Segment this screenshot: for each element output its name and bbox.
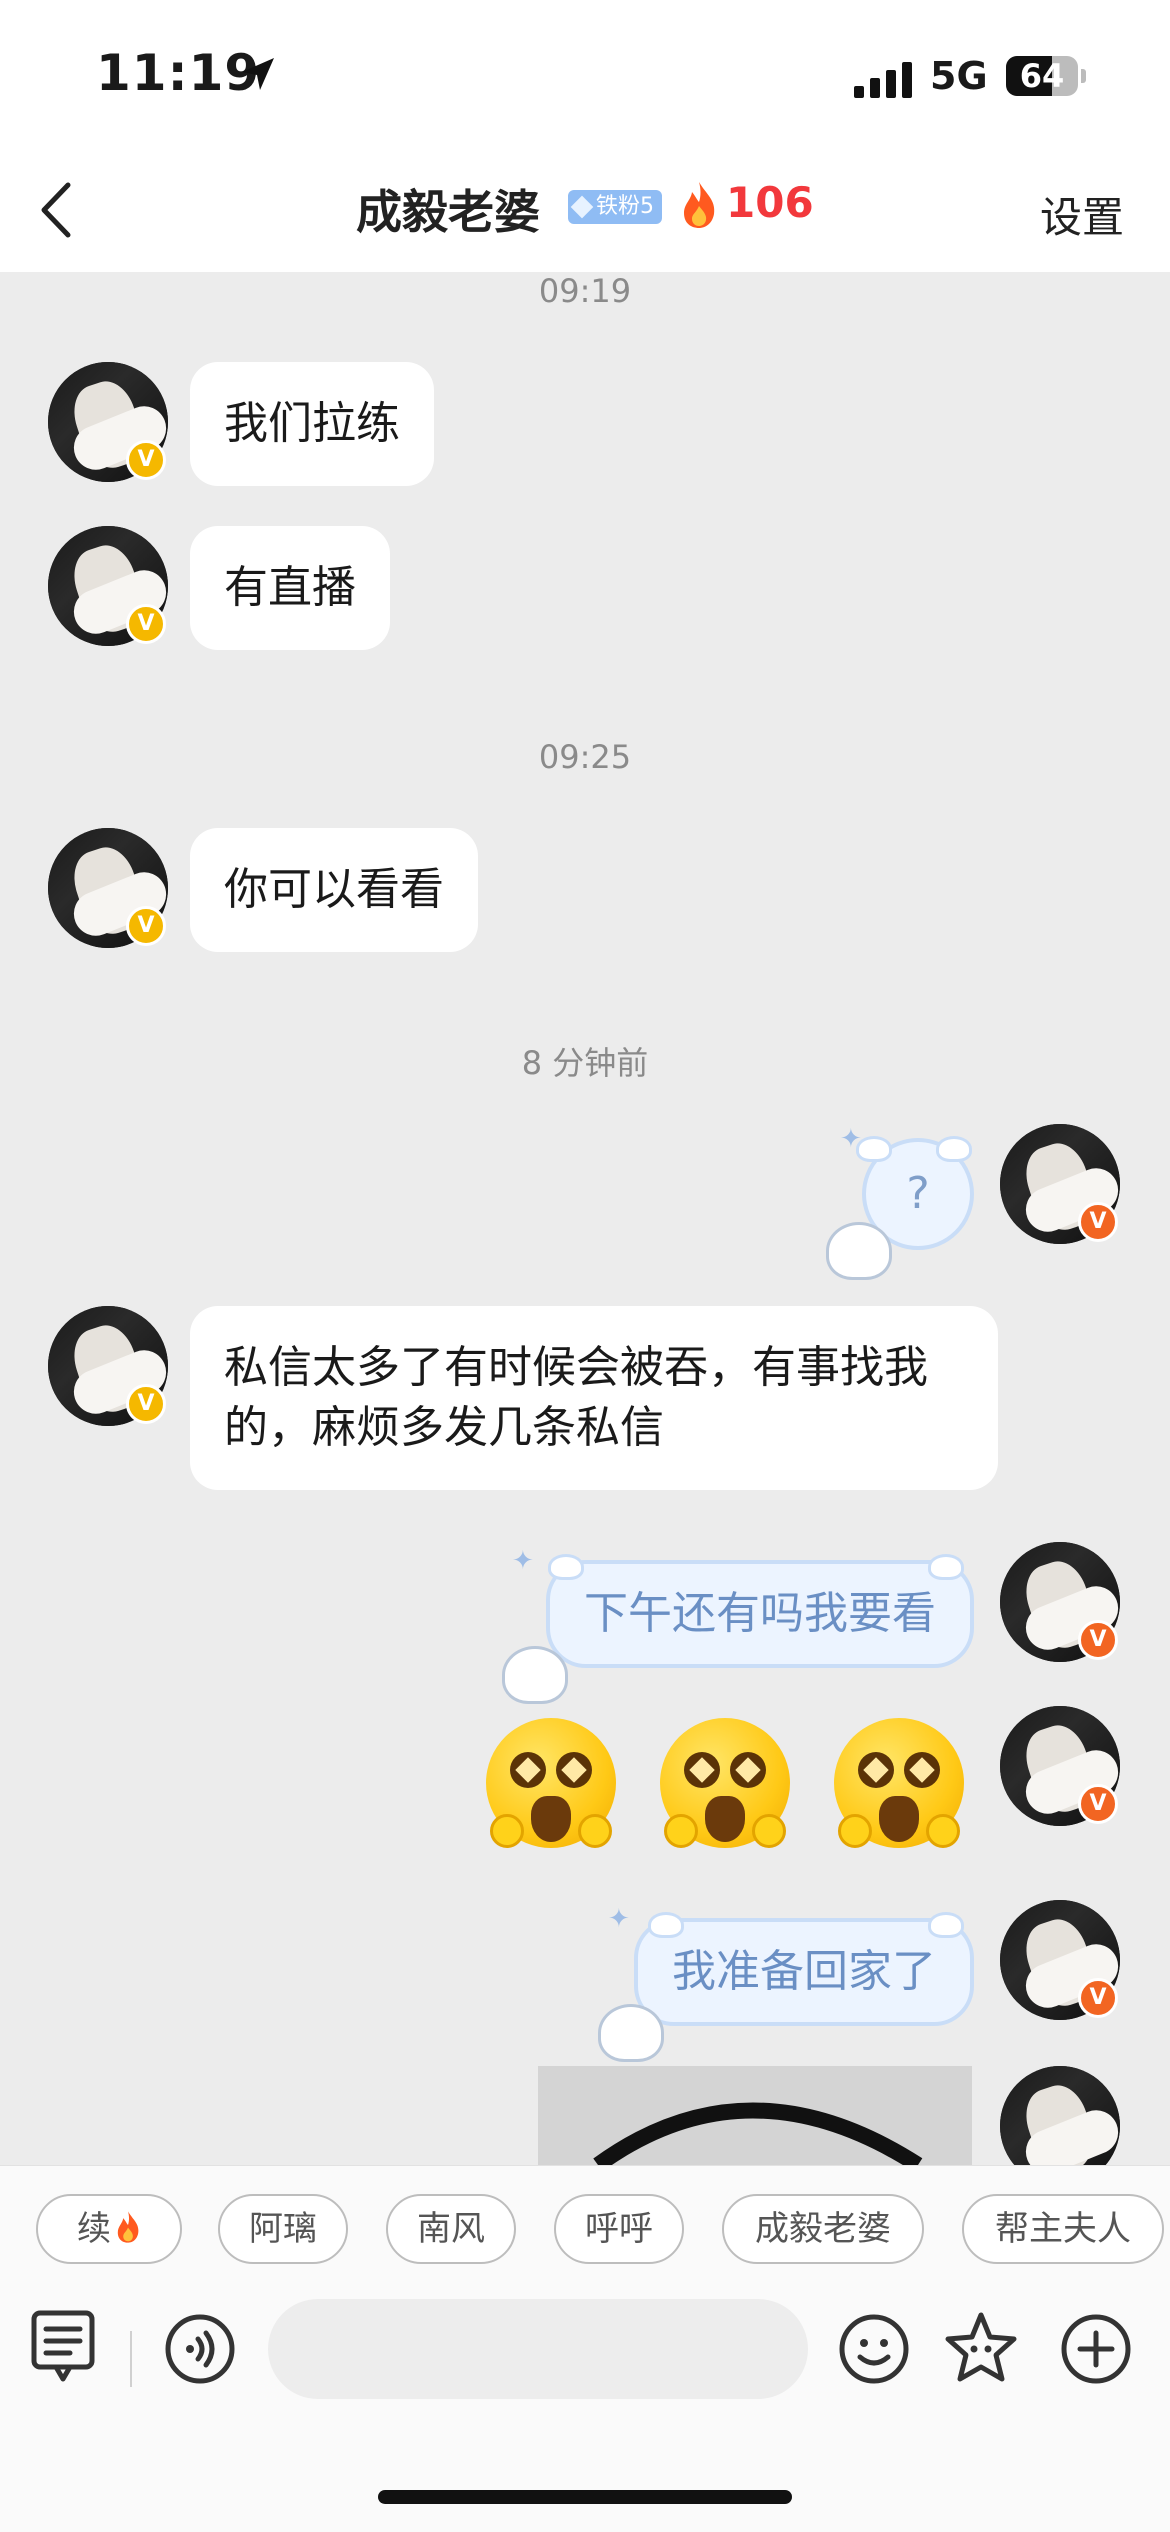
message-bubble[interactable]: 私信太多了有时候会被吞，有事找我的，麻烦多发几条私信: [190, 1306, 998, 1490]
battery-icon: 64: [1006, 56, 1086, 96]
fan-badge-label: 铁粉5: [596, 194, 654, 219]
fan-level-badge: 铁粉5: [568, 190, 662, 224]
starry-eyes-emoji-icon[interactable]: [486, 1718, 616, 1848]
verified-badge: V: [126, 1384, 166, 1424]
avatar[interactable]: [1000, 2066, 1120, 2165]
message-bubble[interactable]: 下午还有吗我要看: [546, 1560, 974, 1668]
network-type: 5G: [930, 54, 988, 98]
quick-reply-chip[interactable]: 帮主夫人: [962, 2194, 1164, 2264]
nav-bar: 成毅老婆 铁粉5 106 设置: [0, 150, 1170, 272]
divider: [130, 2331, 132, 2387]
ear-decoration: [548, 1554, 584, 1580]
quick-reply-bar: 续 阿璃 南风 呼呼 成毅老婆 帮主夫人: [0, 2165, 1170, 2285]
ear-decoration: [648, 1912, 684, 1938]
message-bubble[interactable]: 有直播: [190, 526, 390, 650]
starry-eyes-emoji-icon[interactable]: [660, 1718, 790, 1848]
quick-reply-chip[interactable]: 阿璃: [218, 2194, 348, 2264]
location-arrow-icon: [242, 58, 274, 90]
chat-area[interactable]: 09:19 V 我们拉练 V 有直播 09:25 V 你可以看看 8 分钟前 ?…: [0, 272, 1170, 2165]
keyboard-menu-icon[interactable]: [30, 2309, 96, 2383]
timestamp: 09:19: [538, 272, 632, 310]
message-input[interactable]: [268, 2299, 808, 2399]
quick-reply-chip[interactable]: 呼呼: [554, 2194, 684, 2264]
status-time: 11:19: [96, 44, 261, 102]
input-bar: [0, 2285, 1170, 2532]
verified-badge: V: [1078, 1978, 1118, 2018]
quick-reply-chip[interactable]: 南风: [386, 2194, 516, 2264]
sticker-label: ?: [906, 1168, 930, 1219]
chevron-left-icon[interactable]: [30, 175, 90, 245]
streak-count: 106: [726, 178, 814, 227]
image-thumbnail: [538, 2066, 972, 2165]
quick-reply-label: 续: [77, 2209, 111, 2249]
timestamp: 8 分钟前: [521, 1044, 649, 1082]
settings-button[interactable]: 设置: [1040, 184, 1124, 245]
sparkle-icon: ✦: [840, 1124, 862, 1154]
ear-decoration: [936, 1136, 972, 1162]
plus-icon[interactable]: [1060, 2313, 1132, 2385]
flame-icon: [684, 182, 715, 228]
verified-badge: V: [126, 604, 166, 644]
verified-badge: V: [1078, 1620, 1118, 1660]
verified-badge: V: [126, 906, 166, 946]
quick-reply-chip[interactable]: 成毅老婆: [722, 2194, 924, 2264]
quick-reply-chip[interactable]: 续: [36, 2194, 182, 2264]
diamond-icon: [570, 195, 594, 219]
image-message[interactable]: [538, 2066, 972, 2165]
battery-level: 64: [1019, 57, 1065, 95]
verified-badge: V: [126, 440, 166, 480]
flame-icon: [117, 2211, 139, 2243]
ear-decoration: [928, 1912, 964, 1938]
ghost-sticker-icon: [502, 1646, 568, 1704]
status-bar: 11:19 5G 64: [0, 0, 1170, 150]
timestamp: 09:25: [538, 738, 632, 776]
home-indicator: [378, 2490, 792, 2504]
sparkle-icon: ✦: [608, 1904, 630, 1934]
ear-decoration: [928, 1554, 964, 1580]
message-bubble[interactable]: 我们拉练: [190, 362, 434, 486]
message-bubble[interactable]: 你可以看看: [190, 828, 478, 952]
message-bubble[interactable]: 我准备回家了: [634, 1918, 974, 2026]
ghost-sticker-icon: [826, 1222, 892, 1280]
sparkle-icon: ✦: [512, 1546, 534, 1576]
ghost-sticker-icon: [598, 2004, 664, 2062]
voice-icon[interactable]: [164, 2313, 236, 2385]
verified-badge: V: [1078, 1784, 1118, 1824]
star-sticker-icon[interactable]: [942, 2309, 1020, 2387]
verified-badge: V: [1078, 1202, 1118, 1242]
chat-title: 成毅老婆: [356, 185, 540, 239]
signal-icon: [854, 62, 912, 98]
starry-eyes-emoji-icon[interactable]: [834, 1718, 964, 1848]
emoji-icon[interactable]: [838, 2313, 910, 2385]
